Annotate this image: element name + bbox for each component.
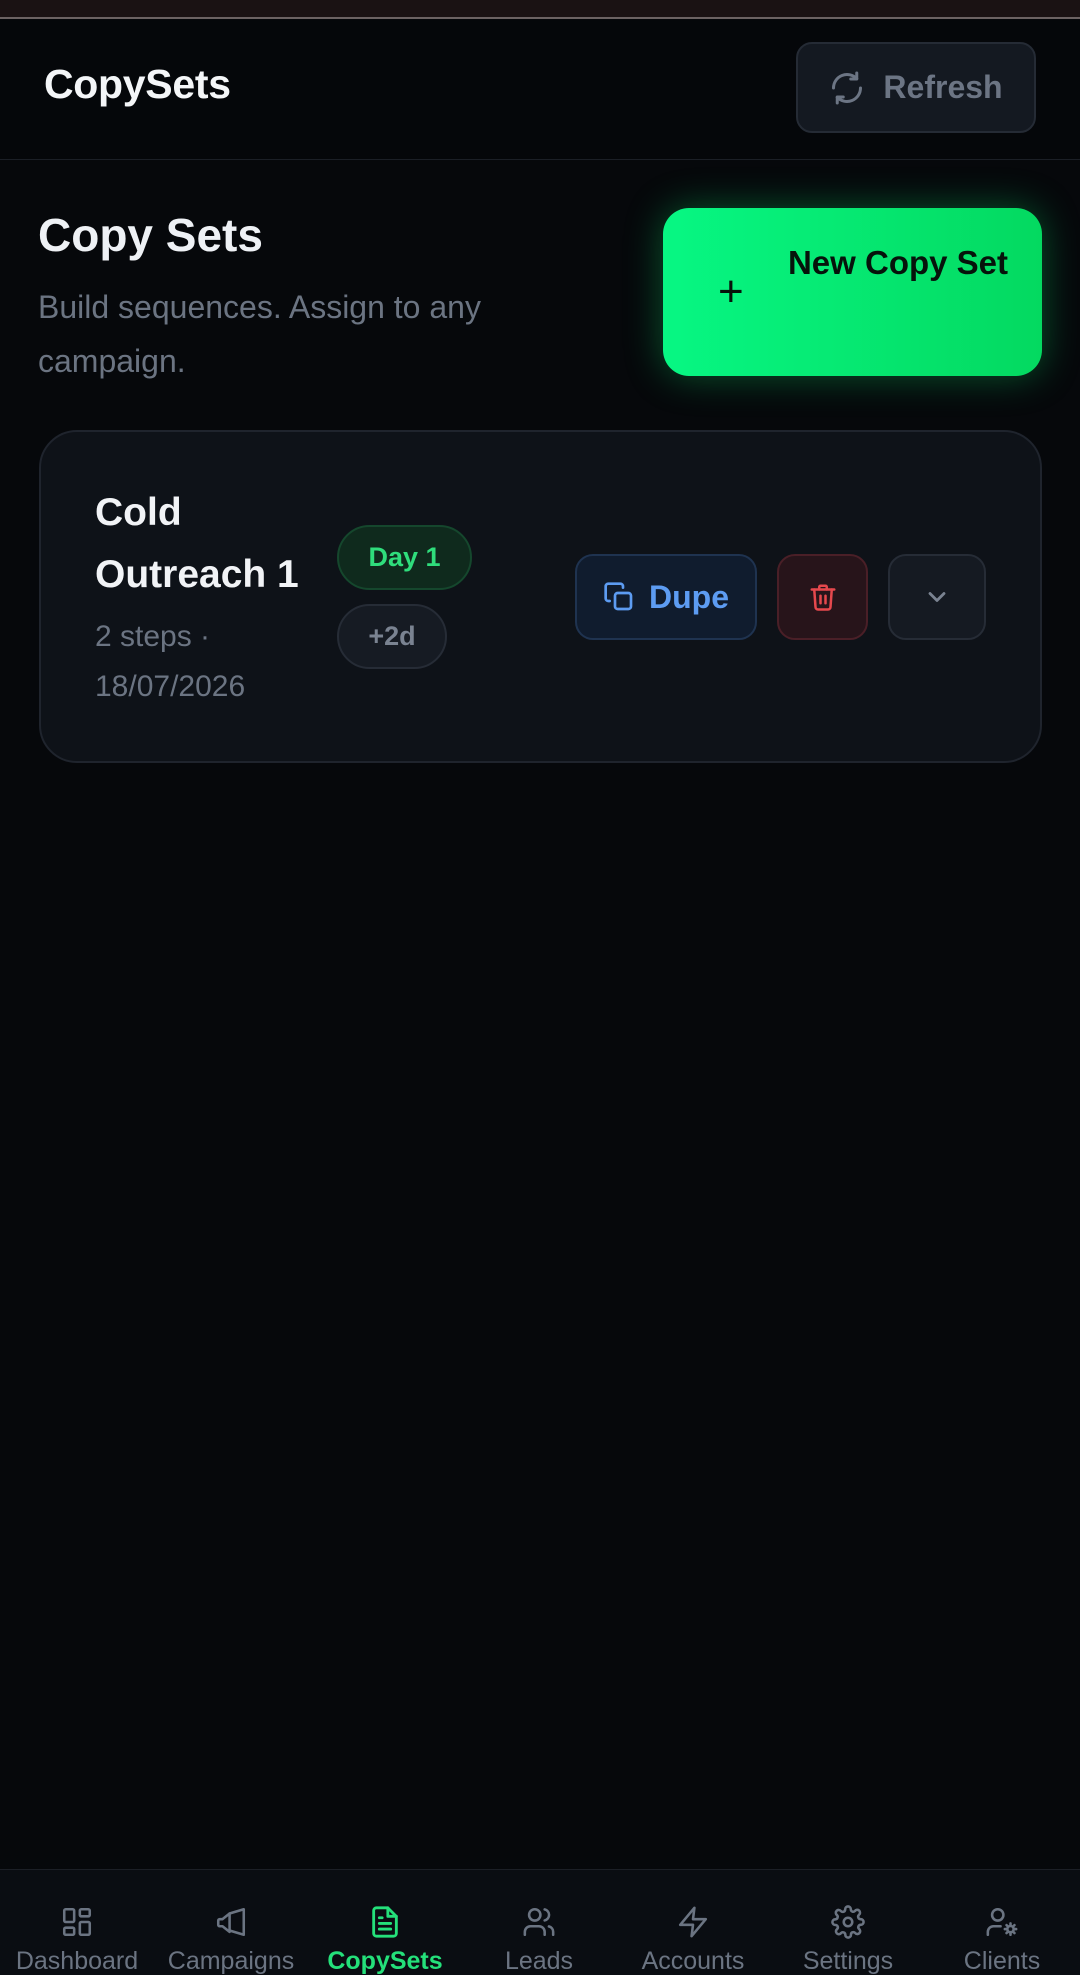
user-gear-icon bbox=[986, 1907, 1018, 1937]
chevron-down-icon bbox=[928, 592, 946, 602]
nav-item-campaigns[interactable]: Campaigns bbox=[154, 1870, 308, 1975]
new-copy-set-label: New Copy Set bbox=[787, 244, 1009, 281]
app-title: CopySets bbox=[44, 61, 231, 107]
nav-item-dashboard[interactable]: Dashboard bbox=[0, 1870, 154, 1975]
bottom-nav: Dashboard Campaigns CopySets Leads Accou… bbox=[0, 1869, 1080, 1975]
delete-button[interactable] bbox=[777, 554, 868, 640]
document-icon bbox=[372, 1906, 398, 1938]
nav-label-dashboard: Dashboard bbox=[15, 1947, 139, 1975]
step-badge-delay: +2d bbox=[337, 604, 447, 669]
app-header: CopySets Refresh bbox=[0, 19, 1080, 160]
nav-item-settings[interactable]: Settings bbox=[771, 1870, 925, 1975]
copy-icon bbox=[604, 582, 633, 611]
expand-button[interactable] bbox=[888, 554, 986, 640]
new-copy-set-button[interactable]: + New Copy Set bbox=[663, 208, 1042, 376]
page-title: Copy Sets bbox=[38, 209, 263, 261]
dupe-button[interactable]: Dupe bbox=[575, 554, 757, 640]
nav-label-campaigns: Campaigns bbox=[167, 1947, 295, 1975]
copy-set-name: Cold Outreach 1 bbox=[95, 491, 299, 596]
nav-label-settings: Settings bbox=[802, 1947, 894, 1975]
nav-item-leads[interactable]: Leads bbox=[462, 1870, 616, 1975]
dashboard-icon bbox=[62, 1907, 92, 1937]
dupe-label: Dupe bbox=[649, 578, 729, 615]
nav-item-copysets[interactable]: CopySets bbox=[308, 1870, 462, 1975]
refresh-icon bbox=[832, 71, 863, 104]
plus-icon: + bbox=[718, 267, 744, 316]
nav-item-clients[interactable]: Clients bbox=[925, 1870, 1079, 1975]
nav-label-clients: Clients bbox=[963, 1947, 1041, 1975]
users-icon bbox=[523, 1907, 555, 1937]
gear-icon bbox=[831, 1905, 865, 1939]
nav-label-leads: Leads bbox=[504, 1947, 574, 1975]
megaphone-icon bbox=[216, 1907, 246, 1937]
step-badge-day: Day 1 bbox=[337, 525, 472, 590]
refresh-button[interactable]: Refresh bbox=[796, 42, 1036, 133]
copy-set-meta: 2 steps · 18/07/2026 bbox=[95, 620, 246, 703]
system-status-strip bbox=[0, 0, 1080, 19]
nav-label-copysets: CopySets bbox=[327, 1947, 443, 1975]
page-subtitle: Build sequences. Assign to any campaign. bbox=[38, 289, 481, 379]
refresh-label: Refresh bbox=[883, 69, 1003, 105]
lightning-icon bbox=[678, 1906, 708, 1938]
nav-item-accounts[interactable]: Accounts bbox=[616, 1870, 770, 1975]
copy-set-card[interactable]: Cold Outreach 1 2 steps · 18/07/2026 Day… bbox=[39, 430, 1042, 763]
nav-label-accounts: Accounts bbox=[641, 1947, 745, 1975]
trash-icon bbox=[810, 584, 835, 611]
